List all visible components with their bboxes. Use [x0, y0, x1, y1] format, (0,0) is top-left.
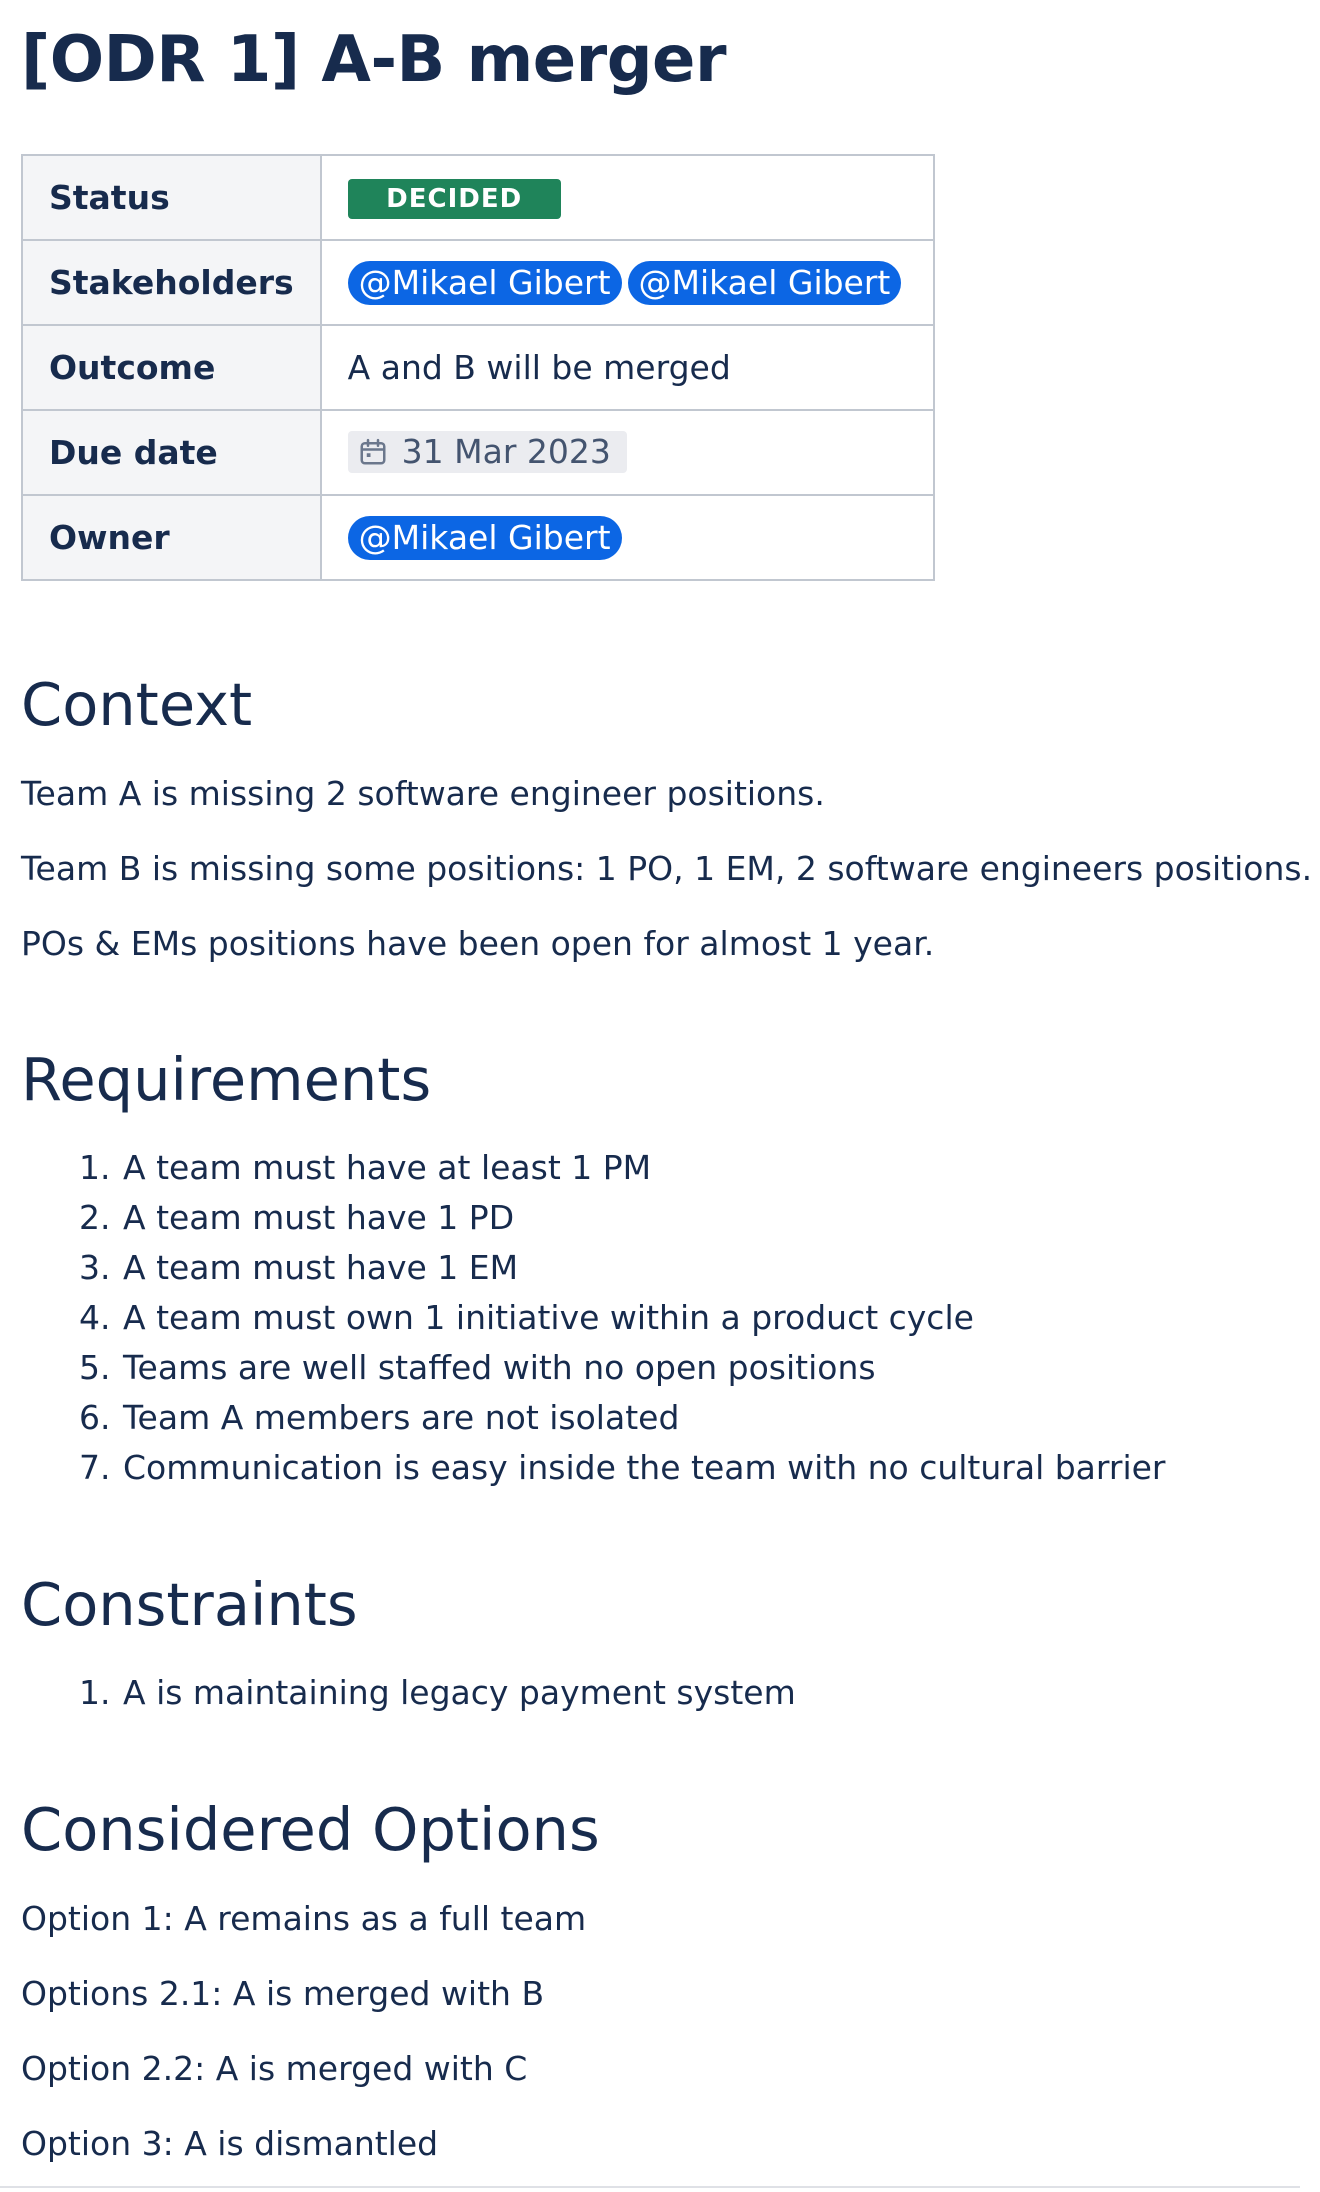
due-date-key: Due date	[21, 409, 322, 496]
considered-options-heading: Considered Options	[21, 1795, 600, 1864]
stakeholder-mention[interactable]: @Mikael Gibert	[627, 260, 902, 305]
stakeholder-mention[interactable]: @Mikael Gibert	[347, 260, 622, 305]
page-title: [ODR 1] A-B merger	[21, 23, 727, 97]
calendar-icon	[360, 438, 386, 464]
list-item: A team must own 1 initiative within a pr…	[121, 1293, 1166, 1343]
due-date-lozenge[interactable]: 31 Mar 2023	[347, 430, 627, 473]
context-paragraph: Team A is missing 2 software engineer po…	[21, 774, 825, 813]
outcome-value: A and B will be merged	[319, 324, 936, 411]
stakeholders-key: Stakeholders	[21, 239, 322, 326]
table-row: Owner @Mikael Gibert	[21, 494, 936, 581]
list-item: A team must have 1 PD	[121, 1193, 1166, 1243]
option-paragraph: Options 2.1: A is merged with B	[21, 1974, 545, 2013]
owner-mention[interactable]: @Mikael Gibert	[347, 515, 622, 560]
properties-table: Status DECIDED Stakeholders @Mikael Gibe…	[21, 154, 936, 581]
list-item: A team must have at least 1 PM	[121, 1143, 1166, 1193]
outcome-key: Outcome	[21, 324, 322, 411]
due-date-value-cell: 31 Mar 2023	[319, 409, 936, 496]
table-row: Due date 31 Mar 2023	[21, 409, 936, 496]
table-row: Stakeholders @Mikael Gibert @Mikael Giber…	[21, 239, 936, 326]
constraints-list: A is maintaining legacy payment system	[21, 1668, 796, 1718]
list-item: Teams are well staffed with no open posi…	[121, 1343, 1166, 1393]
owner-value-cell: @Mikael Gibert	[319, 494, 936, 581]
option-paragraph: Option 3: A is dismantled	[21, 2124, 439, 2163]
list-item: Communication is easy inside the team wi…	[121, 1443, 1166, 1493]
owner-key: Owner	[21, 494, 322, 581]
status-badge[interactable]: DECIDED	[347, 179, 561, 219]
list-item: A team must have 1 EM	[121, 1243, 1166, 1293]
table-row: Outcome A and B will be merged	[21, 324, 936, 411]
context-paragraph: Team B is missing some positions: 1 PO, …	[21, 849, 1313, 888]
constraints-heading: Constraints	[21, 1570, 358, 1639]
requirements-list: A team must have at least 1 PM A team mu…	[21, 1143, 1166, 1493]
bottom-divider	[0, 2186, 1300, 2188]
stakeholders-value-cell: @Mikael Gibert @Mikael Gibert	[319, 239, 936, 326]
due-date-text: 31 Mar 2023	[401, 432, 611, 471]
list-item: A is maintaining legacy payment system	[121, 1668, 796, 1718]
requirements-heading: Requirements	[21, 1045, 432, 1114]
option-paragraph: Option 1: A remains as a full team	[21, 1899, 587, 1938]
context-paragraph: POs & EMs positions have been open for a…	[21, 924, 935, 963]
context-heading: Context	[21, 670, 253, 739]
option-paragraph: Option 2.2: A is merged with C	[21, 2049, 528, 2088]
table-row: Status DECIDED	[21, 154, 936, 241]
list-item: Team A members are not isolated	[121, 1393, 1166, 1443]
status-key: Status	[21, 154, 322, 241]
status-value-cell: DECIDED	[319, 154, 936, 241]
